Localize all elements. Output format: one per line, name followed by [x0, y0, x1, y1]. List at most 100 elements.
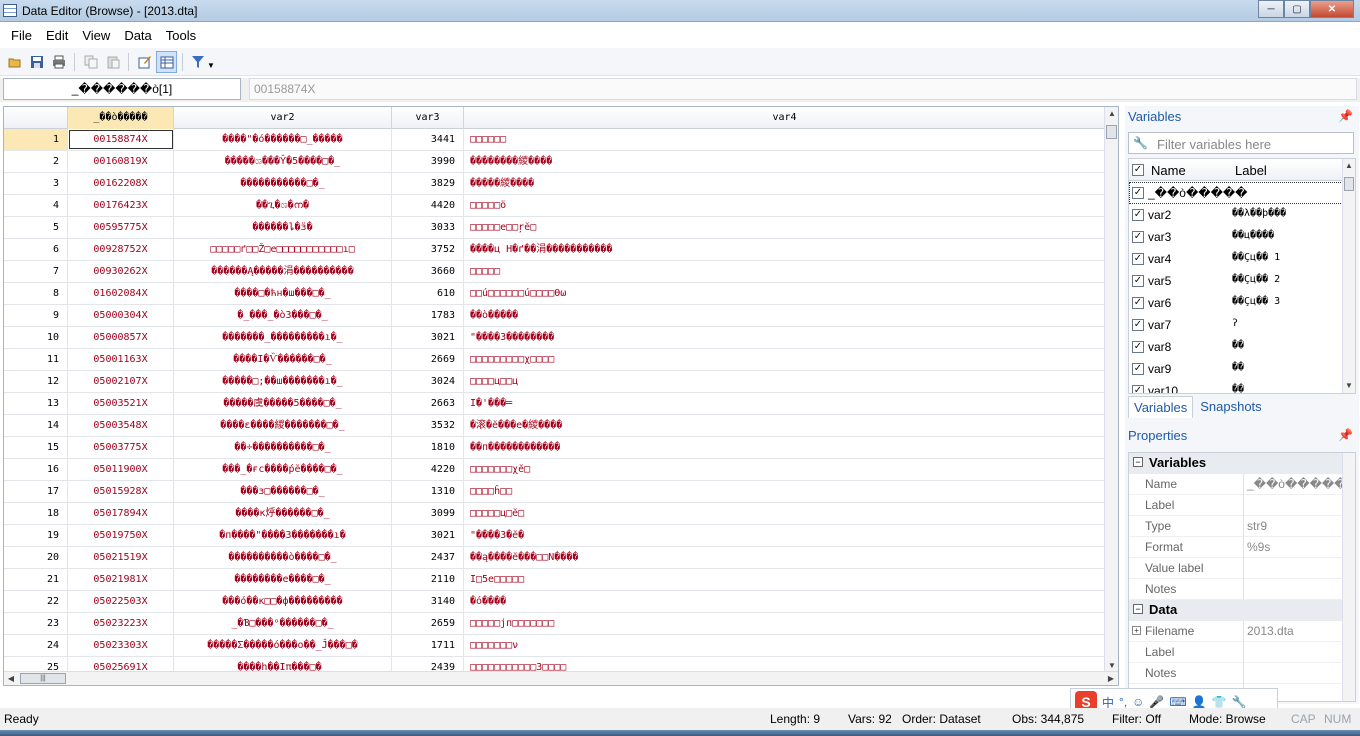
- name-column-header[interactable]: Name: [1151, 163, 1186, 178]
- table-cell[interactable]: ����������ò����□�_: [174, 547, 392, 568]
- table-cell[interactable]: 05002107X: [68, 371, 174, 392]
- table-cell[interactable]: 610: [392, 283, 464, 304]
- table-cell[interactable]: 1783: [392, 305, 464, 326]
- property-row[interactable]: + Filename 2013.dta: [1129, 621, 1343, 642]
- corner-cell[interactable]: [4, 107, 68, 129]
- property-value[interactable]: 2013.dta: [1247, 624, 1294, 638]
- pin-icon[interactable]: 📌: [1338, 109, 1353, 123]
- property-value[interactable]: str9: [1247, 519, 1267, 533]
- table-cell[interactable]: □□□□□јп□□□□□□□: [464, 613, 1106, 634]
- table-cell[interactable]: 3990: [392, 151, 464, 172]
- table-cell[interactable]: �����緵����: [464, 173, 1106, 194]
- menu-tools[interactable]: Tools: [159, 24, 203, 46]
- column-header[interactable]: var2: [174, 107, 392, 129]
- table-cell[interactable]: 05015928X: [68, 481, 174, 502]
- label-column-header[interactable]: Label: [1235, 163, 1267, 178]
- data-grid[interactable]: _��ò����� var2 var3 var4 1 00158874X ����"…: [3, 106, 1119, 686]
- keyboard-icon[interactable]: ⌨: [1169, 695, 1186, 709]
- table-cell[interactable]: �����ශ���Ŷ�5����□�_: [174, 151, 392, 172]
- row-number[interactable]: 7: [4, 261, 68, 282]
- table-cell[interactable]: 00160819X: [68, 151, 174, 172]
- table-cell[interactable]: 05023303X: [68, 635, 174, 656]
- table-cell[interactable]: □□□□ц□□ц: [464, 371, 1106, 392]
- table-row[interactable]: 15 05003775X ��÷����������□�_ 1810 ��п������…: [4, 437, 1106, 459]
- table-row[interactable]: 23 05023223X _�Ɓ□���ᵒ������□�_ 2659 □□□□□јп□…: [4, 613, 1106, 635]
- table-row[interactable]: 21 05021981X ��������е����□�_ 2110 Ι□5е□□□□□: [4, 569, 1106, 591]
- table-cell[interactable]: 3441: [392, 129, 464, 150]
- variable-row[interactable]: ✓ var6 ��Çц�� 3: [1129, 292, 1343, 314]
- property-value[interactable]: _��ò�����: [1247, 477, 1346, 491]
- row-number[interactable]: 17: [4, 481, 68, 502]
- table-cell[interactable]: 05003775X: [68, 437, 174, 458]
- tab-variables[interactable]: Variables: [1128, 396, 1194, 418]
- row-number[interactable]: 16: [4, 459, 68, 480]
- row-number[interactable]: 24: [4, 635, 68, 656]
- variable-checkbox[interactable]: ✓: [1132, 297, 1144, 309]
- table-row[interactable]: 13 05003521X �����虞�����5����□�_ 2663 Ι�'���…: [4, 393, 1106, 415]
- table-cell[interactable]: 05011900X: [68, 459, 174, 480]
- table-row[interactable]: 9 05000304X �_���_�ò3���□�_ 1783 ��ò�����: [4, 305, 1106, 327]
- table-cell[interactable]: 3024: [392, 371, 464, 392]
- table-cell[interactable]: □□□□□е□□ŗӗ□: [464, 217, 1106, 238]
- column-header[interactable]: var3: [392, 107, 464, 129]
- row-number[interactable]: 20: [4, 547, 68, 568]
- table-cell[interactable]: ��ò�����: [464, 305, 1106, 326]
- table-cell[interactable]: 1711: [392, 635, 464, 656]
- row-number[interactable]: 13: [4, 393, 68, 414]
- filter-button[interactable]: ▼: [188, 51, 218, 73]
- variable-filter[interactable]: 🔧 Filter variables here: [1128, 132, 1354, 154]
- scroll-left-icon[interactable]: ◀: [4, 672, 18, 685]
- table-cell[interactable]: ��������緵����: [464, 151, 1106, 172]
- microphone-icon[interactable]: 🎤: [1149, 695, 1164, 709]
- table-cell[interactable]: �����������□�_: [174, 173, 392, 194]
- table-cell[interactable]: 1810: [392, 437, 464, 458]
- table-cell[interactable]: �п����"����З�������ı�: [174, 525, 392, 546]
- table-cell[interactable]: ����ĸ烀������□�_: [174, 503, 392, 524]
- menu-file[interactable]: File: [4, 24, 39, 46]
- row-number[interactable]: 9: [4, 305, 68, 326]
- table-cell[interactable]: �_���_�ò3���□�_: [174, 305, 392, 326]
- scroll-down-icon[interactable]: ▼: [1343, 379, 1355, 393]
- scroll-thumb[interactable]: [1106, 125, 1117, 139]
- table-cell[interactable]: �����□;��ш�������ı�_: [174, 371, 392, 392]
- table-row[interactable]: 18 05017894X ����ĸ烀������□�_ 3099 □□□□□ц□ӗ□: [4, 503, 1106, 525]
- table-cell[interactable]: ����Ι�Ѷ������□�_: [174, 349, 392, 370]
- table-row[interactable]: 20 05021519X ����������ò����□�_ 2437 ��ą����…: [4, 547, 1106, 569]
- table-cell[interactable]: ���з□������□�_: [174, 481, 392, 502]
- table-cell[interactable]: ����"�ó������□_�����: [174, 129, 392, 150]
- table-cell[interactable]: 4220: [392, 459, 464, 480]
- property-row[interactable]: Value label: [1129, 558, 1343, 579]
- table-cell[interactable]: □□□□□□□ν: [464, 635, 1106, 656]
- row-number[interactable]: 1: [4, 129, 68, 150]
- variables-list[interactable]: ✓ Name Label ✓ _��ò����� ✓ var2 ��λ��þ��� ✓ va…: [1128, 158, 1356, 394]
- table-cell[interactable]: 00162208X: [68, 173, 174, 194]
- table-cell[interactable]: ����ц Н�ґ��涓�����������: [464, 239, 1106, 260]
- scroll-thumb[interactable]: [1344, 177, 1354, 191]
- table-row[interactable]: 2 00160819X �����ශ���Ŷ�5����□�_ 3990 �������…: [4, 151, 1106, 173]
- table-cell[interactable]: ����□�ћн�ш���□�_: [174, 283, 392, 304]
- property-row[interactable]: Format %9s: [1129, 537, 1343, 558]
- table-cell[interactable]: �ó����: [464, 591, 1106, 612]
- scroll-up-icon[interactable]: ▲: [1105, 107, 1118, 121]
- select-all-checkbox[interactable]: ✓: [1132, 164, 1144, 176]
- table-cell[interactable]: 3532: [392, 415, 464, 436]
- variable-checkbox[interactable]: ✓: [1132, 385, 1144, 393]
- table-cell[interactable]: 05003548X: [68, 415, 174, 436]
- variable-row[interactable]: ✓ var2 ��λ��þ���: [1129, 204, 1343, 226]
- user-icon[interactable]: 👤: [1192, 695, 1207, 709]
- column-header[interactable]: _��ò�����: [68, 107, 174, 129]
- collapse-icon[interactable]: −: [1133, 604, 1143, 614]
- property-row[interactable]: Notes: [1129, 579, 1343, 600]
- scroll-thumb[interactable]: |||: [20, 673, 66, 684]
- maximize-button[interactable]: ▢: [1284, 0, 1310, 18]
- properties-scrollbar[interactable]: [1342, 453, 1355, 701]
- table-cell[interactable]: ���ó��к□□�ф���������: [174, 591, 392, 612]
- edit-mode-button[interactable]: [134, 51, 155, 73]
- table-cell[interactable]: 00928752X: [68, 239, 174, 260]
- table-cell[interactable]: 00176423X: [68, 195, 174, 216]
- variable-row[interactable]: ✓ _��ò�����: [1129, 182, 1343, 204]
- table-cell[interactable]: □□□□□ґ□□Ž□е□□□□□□□□□□□ı□: [174, 239, 392, 260]
- menu-edit[interactable]: Edit: [39, 24, 75, 46]
- table-row[interactable]: 24 05023303X �����Σ�����ó���ο��_Ĵ���□� 1711…: [4, 635, 1106, 657]
- property-section[interactable]: − Variables: [1129, 453, 1343, 474]
